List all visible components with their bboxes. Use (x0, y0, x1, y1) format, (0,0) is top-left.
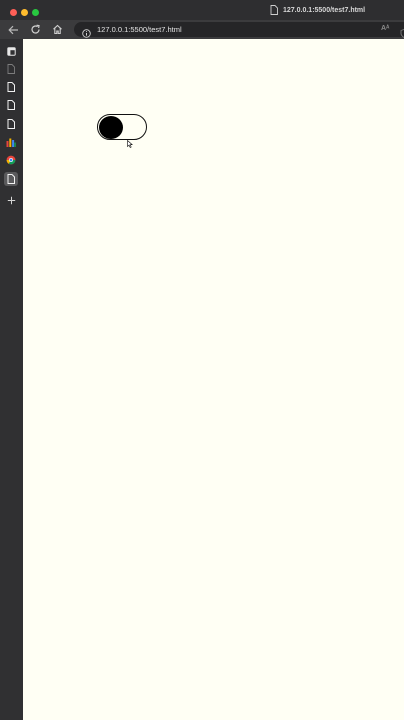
close-window-button[interactable] (10, 9, 17, 16)
address-bar[interactable]: 127.0.0.1:5500/test7.html Aᴬ (74, 22, 404, 39)
title-bar: 127.0.0.1:5500/test7.html (0, 0, 404, 20)
reload-button[interactable] (29, 23, 42, 36)
page-icon (7, 64, 15, 74)
toggle-switch[interactable] (97, 114, 147, 140)
mouse-cursor-icon (127, 135, 133, 153)
collections-icon[interactable] (4, 44, 18, 58)
browser-logo-icon[interactable] (4, 153, 18, 167)
back-button[interactable] (7, 23, 20, 36)
maximize-window-button[interactable] (32, 9, 39, 16)
read-aloud-button[interactable]: Aᴬ (381, 25, 389, 32)
page-icon (7, 82, 15, 92)
sidebar-item-page-3[interactable] (4, 98, 18, 112)
bar-chart-icon[interactable] (4, 135, 18, 149)
minimize-window-button[interactable] (21, 9, 28, 16)
url-text: 127.0.0.1:5500/test7.html (97, 25, 182, 34)
page-icon (270, 5, 278, 15)
navigation-bar: 127.0.0.1:5500/test7.html Aᴬ (0, 20, 404, 39)
add-icon[interactable] (4, 193, 18, 207)
home-icon (53, 24, 62, 35)
page-icon (7, 100, 15, 110)
tab-title: 127.0.0.1:5500/test7.html (283, 6, 366, 14)
reload-icon (31, 24, 40, 34)
sidebar-item-page-active[interactable] (4, 172, 18, 186)
active-tab[interactable]: 127.0.0.1:5500/test7.html (270, 4, 365, 16)
page-content (23, 39, 404, 720)
sidebar-item-page-4[interactable] (4, 117, 18, 131)
page-icon (7, 119, 15, 129)
arrow-left-icon (8, 25, 18, 34)
toggle-knob[interactable] (99, 115, 123, 139)
sidebar-item-page-2[interactable] (4, 80, 18, 94)
sidebar (0, 39, 23, 720)
page-icon (7, 174, 15, 184)
sidebar-item-page-1[interactable] (4, 62, 18, 76)
home-button[interactable] (51, 23, 64, 36)
